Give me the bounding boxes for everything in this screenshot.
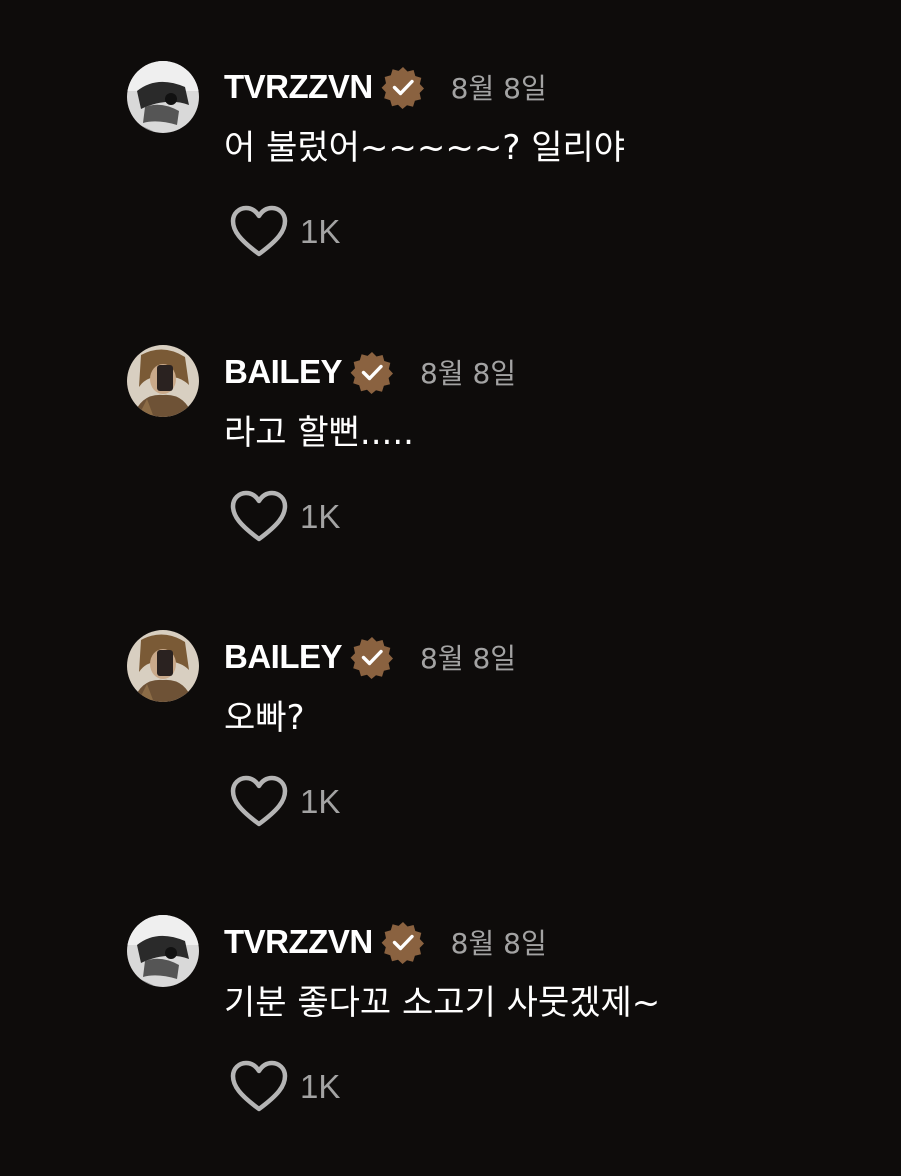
avatar[interactable] bbox=[127, 61, 199, 133]
username[interactable]: TVRZZVN bbox=[224, 923, 373, 961]
verified-badge-icon bbox=[350, 350, 394, 394]
like-count: 1K bbox=[300, 1068, 341, 1105]
avatar[interactable] bbox=[127, 345, 199, 417]
like-count: 1K bbox=[300, 498, 341, 535]
comment-item: BAILEY 8월 8일 라고 할뻔..... 1K bbox=[0, 340, 901, 570]
like-count: 1K bbox=[300, 783, 341, 820]
comment-header: BAILEY 8월 8일 bbox=[224, 350, 517, 394]
comment-item: TVRZZVN 8월 8일 어 불렀어~~~~~? 일리야 1K bbox=[0, 55, 901, 285]
avatar[interactable] bbox=[127, 915, 199, 987]
verified-badge-icon bbox=[381, 920, 425, 964]
comment-text: 어 불렀어~~~~~? 일리야 bbox=[224, 128, 626, 168]
username[interactable]: BAILEY bbox=[224, 353, 343, 391]
comment-date: 8월 8일 bbox=[450, 927, 547, 960]
comment-date: 8월 8일 bbox=[420, 642, 517, 675]
verified-badge-icon bbox=[350, 635, 394, 679]
comment-date: 8월 8일 bbox=[420, 357, 517, 390]
comment-text: 라고 할뻔..... bbox=[224, 413, 414, 453]
like-button[interactable]: 1K bbox=[230, 205, 340, 259]
comment-date: 8월 8일 bbox=[450, 72, 547, 105]
heart-icon[interactable] bbox=[230, 1060, 288, 1114]
comment-text: 기분 좋다꼬 소고기 사뭇겠제~ bbox=[224, 983, 661, 1023]
verified-badge-icon bbox=[381, 65, 425, 109]
comment-text: 오빠? bbox=[224, 698, 305, 738]
avatar[interactable] bbox=[127, 630, 199, 702]
heart-icon[interactable] bbox=[230, 490, 288, 544]
username[interactable]: TVRZZVN bbox=[224, 68, 373, 106]
heart-icon[interactable] bbox=[230, 205, 288, 259]
heart-icon[interactable] bbox=[230, 775, 288, 829]
like-button[interactable]: 1K bbox=[230, 1060, 340, 1114]
like-button[interactable]: 1K bbox=[230, 490, 340, 544]
like-count: 1K bbox=[300, 213, 341, 250]
comment-item: TVRZZVN 8월 8일 기분 좋다꼬 소고기 사뭇겠제~ 1K bbox=[0, 910, 901, 1140]
comment-header: BAILEY 8월 8일 bbox=[224, 635, 517, 679]
comment-header: TVRZZVN 8월 8일 bbox=[224, 65, 547, 109]
comment-item: BAILEY 8월 8일 오빠? 1K bbox=[0, 625, 901, 855]
like-button[interactable]: 1K bbox=[230, 775, 340, 829]
username[interactable]: BAILEY bbox=[224, 638, 343, 676]
comment-header: TVRZZVN 8월 8일 bbox=[224, 920, 547, 964]
